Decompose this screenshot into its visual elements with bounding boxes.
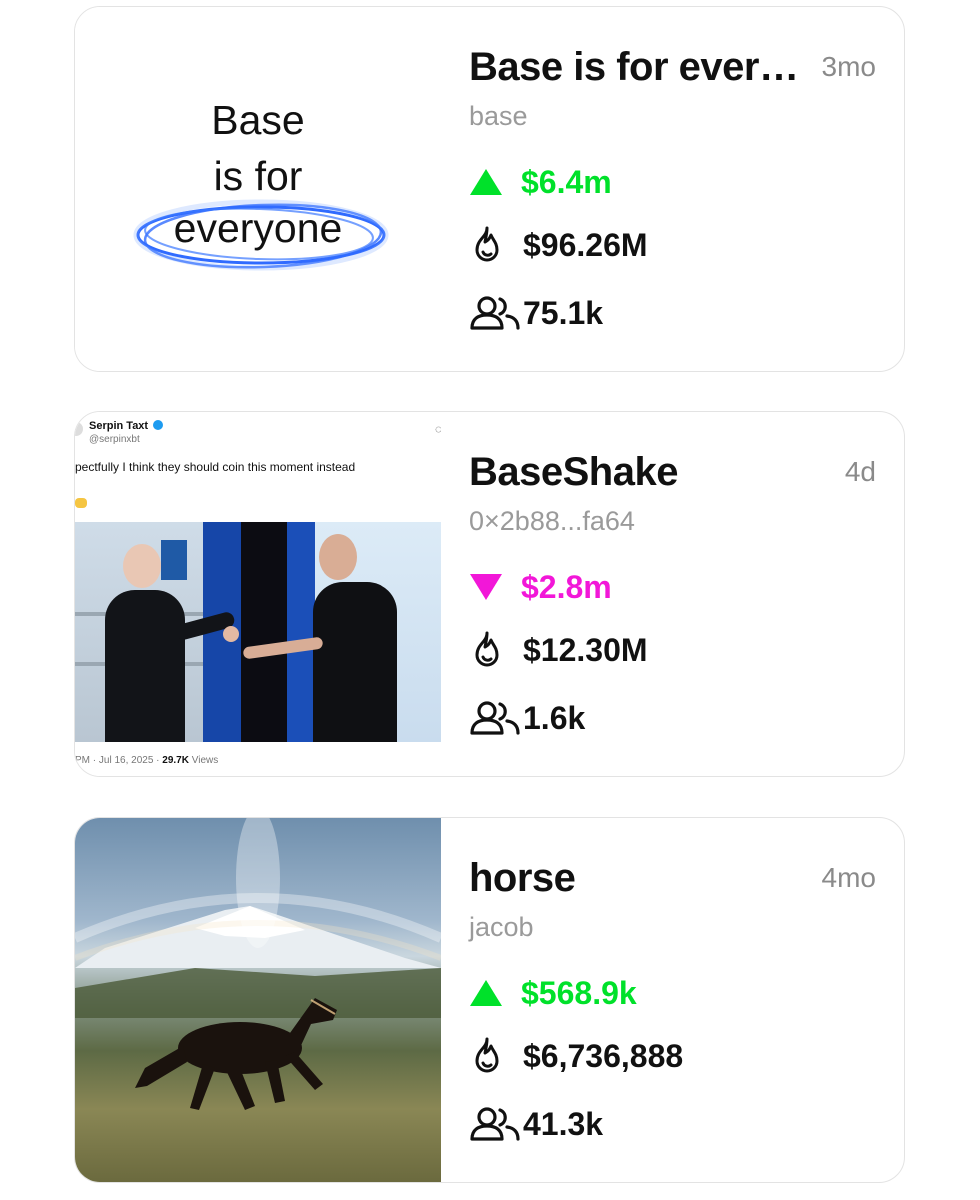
tweet-text: pectfully I think they should coin this … (75, 460, 356, 474)
token-info: horse 4mo jacob $568.9k $6,736,888 41.3k (469, 818, 904, 1182)
tweet-author-handle: @serpinxbt (89, 434, 140, 445)
triangle-up-icon (469, 973, 521, 1013)
token-creator: 0×2b88...fa64 (469, 506, 635, 536)
verified-badge-icon (153, 420, 164, 430)
token-creator: jacob (469, 912, 534, 942)
token-title: Base is for every... (469, 45, 799, 89)
fist-emoji-icon (75, 498, 87, 508)
tweet-photo (75, 522, 441, 742)
market-cap: $6,736,888 (469, 1036, 683, 1076)
more-icon: ◌ (435, 422, 441, 436)
price-change: $2.8m (469, 567, 612, 607)
token-thumbnail (75, 818, 441, 1182)
users-icon (469, 698, 523, 738)
token-title: horse (469, 856, 576, 900)
price-change-value: $568.9k (521, 974, 637, 1011)
market-cap: $96.26M (469, 225, 648, 265)
holders-value: 41.3k (523, 1105, 604, 1142)
market-cap-value: $96.26M (523, 226, 648, 263)
tweet-avatar (75, 422, 83, 436)
flame-icon (469, 630, 523, 670)
users-icon (469, 1104, 523, 1144)
price-change: $6.4m (469, 162, 612, 202)
token-age: 3mo (821, 51, 876, 82)
triangle-down-icon (469, 567, 521, 607)
holders: 41.3k (469, 1104, 603, 1144)
horse-landscape-image (75, 818, 441, 1110)
token-age: 4mo (821, 862, 876, 893)
users-icon (469, 293, 523, 333)
tweet-meta: PM · Jul 16, 2025 · 29.7K Views (75, 755, 219, 766)
token-info: Base is for every... 3mo base $6.4m $96.… (469, 7, 904, 371)
price-change: $568.9k (469, 973, 637, 1013)
holders: 75.1k (469, 293, 603, 333)
token-card-baseshake[interactable]: Serpin Taxt @serpinxbt ◌ pectfully I thi… (74, 411, 905, 777)
tweet-author-name: Serpin Taxt (89, 420, 164, 432)
token-age: 4d (844, 456, 876, 487)
market-cap-value: $12.30M (523, 631, 648, 668)
triangle-up-icon (469, 162, 521, 202)
holders-value: 75.1k (523, 294, 604, 331)
flame-icon (469, 1036, 523, 1076)
price-change-value: $2.8m (521, 568, 612, 605)
market-cap: $12.30M (469, 630, 648, 670)
holders: 1.6k (469, 698, 585, 738)
holders-value: 1.6k (523, 699, 586, 736)
scribble-circle-icon (133, 199, 389, 271)
price-change-value: $6.4m (521, 163, 612, 200)
token-info: BaseShake 4d 0×2b88...fa64 $2.8m $12.30M… (469, 412, 904, 776)
market-cap-value: $6,736,888 (523, 1037, 684, 1074)
token-thumbnail: Serpin Taxt @serpinxbt ◌ pectfully I thi… (75, 412, 441, 776)
token-card-horse[interactable]: horse 4mo jacob $568.9k $6,736,888 41.3k (74, 817, 905, 1183)
token-thumbnail: Base is for everyone (75, 7, 441, 371)
token-card-base-is-for-everyone[interactable]: Base is for everyone Base is for every..… (74, 6, 905, 372)
token-title: BaseShake (469, 450, 678, 494)
token-creator: base (469, 101, 528, 131)
flame-icon (469, 225, 523, 265)
